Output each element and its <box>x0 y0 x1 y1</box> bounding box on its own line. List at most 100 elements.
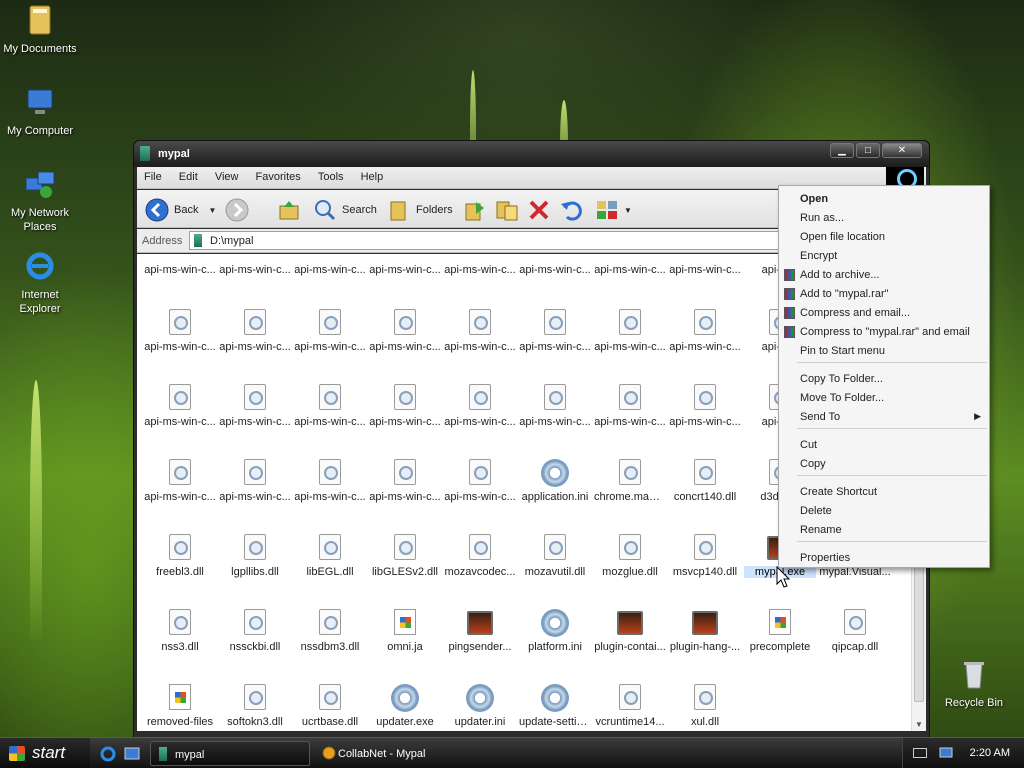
file-item[interactable]: msvcp140.dll <box>669 534 741 578</box>
file-item[interactable]: mozglue.dll <box>594 534 666 578</box>
context-menu-item-add-to-mypal-rar[interactable]: Add to "mypal.rar" <box>779 285 989 304</box>
context-menu-item-rename[interactable]: Rename <box>779 521 989 540</box>
forward-button[interactable] <box>225 197 254 223</box>
file-item[interactable]: api-ms-win-c... <box>219 459 291 503</box>
context-menu-item-open[interactable]: Open <box>779 190 989 209</box>
file-item[interactable]: api-ms-win-c... <box>369 254 441 276</box>
minimize-button[interactable]: ▁ <box>830 143 854 158</box>
file-item[interactable]: api-ms-win-c... <box>144 384 216 428</box>
file-item[interactable]: api-ms-win-c... <box>669 254 741 276</box>
file-item[interactable]: api-ms-win-c... <box>669 384 741 428</box>
file-item[interactable]: api-ms-win-c... <box>519 309 591 353</box>
file-item[interactable]: nssdbm3.dll <box>294 609 366 653</box>
desktop-icon-recycle-bin[interactable]: Recycle Bin <box>934 658 1014 710</box>
file-item[interactable]: freebl3.dll <box>144 534 216 578</box>
file-item[interactable]: updater.ini <box>444 684 516 728</box>
chevron-down-icon[interactable]: ▼ <box>208 206 216 215</box>
search-button[interactable]: Search <box>313 197 377 223</box>
file-item[interactable]: api-ms-win-c... <box>594 254 666 276</box>
file-item[interactable]: api-ms-win-c... <box>369 309 441 353</box>
file-item[interactable]: api-ms-win-c... <box>444 254 516 276</box>
file-item[interactable]: mozavutil.dll <box>519 534 591 578</box>
file-item[interactable]: api-ms-win-c... <box>369 459 441 503</box>
context-menu-item-encrypt[interactable]: Encrypt <box>779 247 989 266</box>
file-item[interactable]: api-ms-win-c... <box>594 384 666 428</box>
file-item[interactable]: api-ms-win-c... <box>294 254 366 276</box>
delete-button[interactable] <box>527 197 556 223</box>
file-item[interactable]: libEGL.dll <box>294 534 366 578</box>
up-folder-button[interactable] <box>277 197 306 223</box>
keyboard-icon[interactable] <box>913 748 927 758</box>
file-item[interactable]: api-ms-win-c... <box>669 309 741 353</box>
desktop-icon-my-network-places[interactable]: My Network Places <box>0 168 80 234</box>
context-menu-item-run-as[interactable]: Run as... <box>779 209 989 228</box>
file-item[interactable]: platform.ini <box>519 609 591 653</box>
file-item[interactable]: qipcap.dll <box>819 609 891 653</box>
file-item[interactable]: api-ms-win-c... <box>144 254 216 276</box>
file-item[interactable]: api-ms-win-c... <box>219 309 291 353</box>
menu-help[interactable]: Help <box>354 167 391 187</box>
file-item[interactable]: precomplete <box>744 609 816 653</box>
window-titlebar[interactable]: mypal ▁ □ ✕ <box>134 141 929 167</box>
menu-view[interactable]: View <box>208 167 246 187</box>
start-button[interactable]: start <box>0 738 90 768</box>
file-item[interactable]: api-ms-win-c... <box>219 254 291 276</box>
internet-explorer-quicklaunch-icon[interactable] <box>100 746 116 762</box>
task-button-mypal[interactable]: mypal <box>150 741 310 766</box>
file-item[interactable]: api-ms-win-c... <box>144 309 216 353</box>
file-item[interactable]: xul.dll <box>669 684 741 728</box>
menu-edit[interactable]: Edit <box>172 167 205 187</box>
desktop-icon-internet-explorer[interactable]: Internet Explorer <box>0 250 80 316</box>
undo-button[interactable] <box>559 197 588 223</box>
address-input[interactable]: D:\mypal <box>189 231 789 250</box>
file-item[interactable]: removed-files <box>144 684 216 728</box>
file-item[interactable]: libGLESv2.dll <box>369 534 441 578</box>
maximize-button[interactable]: □ <box>856 143 880 158</box>
file-item[interactable]: softokn3.dll <box>219 684 291 728</box>
file-item[interactable]: api-ms-win-c... <box>594 309 666 353</box>
file-item[interactable]: api-ms-win-c... <box>444 309 516 353</box>
file-item[interactable]: api-ms-win-c... <box>444 384 516 428</box>
context-menu-item-cut[interactable]: Cut <box>779 436 989 455</box>
file-item[interactable]: update-settin... <box>519 684 591 728</box>
task-button-collabnet[interactable]: CollabNet - Mypal <box>314 741 494 766</box>
file-item[interactable]: mozavcodec... <box>444 534 516 578</box>
context-menu-item-open-file-location[interactable]: Open file location <box>779 228 989 247</box>
menu-tools[interactable]: Tools <box>311 167 351 187</box>
file-item[interactable]: api-ms-win-c... <box>519 384 591 428</box>
close-button[interactable]: ✕ <box>882 143 922 158</box>
desktop-icon-my-computer[interactable]: My Computer <box>0 86 80 138</box>
file-item[interactable]: api-ms-win-c... <box>444 459 516 503</box>
file-item[interactable]: ucrtbase.dll <box>294 684 366 728</box>
folders-button[interactable]: Folders <box>387 197 453 223</box>
file-item[interactable]: api-ms-win-c... <box>144 459 216 503</box>
file-item[interactable]: api-ms-win-c... <box>369 384 441 428</box>
file-item[interactable]: omni.ja <box>369 609 441 653</box>
context-menu-item-create-shortcut[interactable]: Create Shortcut <box>779 483 989 502</box>
context-menu-item-compress-and-email[interactable]: Compress and email... <box>779 304 989 323</box>
move-to-button[interactable] <box>462 197 491 223</box>
menu-file[interactable]: File <box>137 167 169 187</box>
file-item[interactable]: lgpllibs.dll <box>219 534 291 578</box>
context-menu-item-copy-to-folder[interactable]: Copy To Folder... <box>779 370 989 389</box>
clock[interactable]: 2:20 AM <box>970 747 1010 759</box>
context-menu-item-pin-to-start-menu[interactable]: Pin to Start menu <box>779 342 989 361</box>
file-item[interactable]: api-ms-win-c... <box>519 254 591 276</box>
file-item[interactable]: chrome.manif... <box>594 459 666 503</box>
context-menu-item-delete[interactable]: Delete <box>779 502 989 521</box>
desktop-icon-my-documents[interactable]: My Documents <box>0 4 80 56</box>
file-item[interactable]: plugin-hang-... <box>669 609 741 653</box>
context-menu-item-move-to-folder[interactable]: Move To Folder... <box>779 389 989 408</box>
context-menu-item-add-to-archive[interactable]: Add to archive... <box>779 266 989 285</box>
show-desktop-icon[interactable] <box>124 746 140 762</box>
file-item[interactable]: api-ms-win-c... <box>294 459 366 503</box>
file-item[interactable]: nss3.dll <box>144 609 216 653</box>
file-item[interactable]: api-ms-win-c... <box>294 309 366 353</box>
file-item[interactable]: application.ini <box>519 459 591 503</box>
context-menu-item-copy[interactable]: Copy <box>779 455 989 474</box>
scroll-down-icon[interactable]: ▼ <box>915 720 923 729</box>
copy-to-button[interactable] <box>495 197 524 223</box>
file-item[interactable]: api-ms-win-c... <box>219 384 291 428</box>
menu-favorites[interactable]: Favorites <box>249 167 308 187</box>
network-icon[interactable] <box>939 746 953 760</box>
